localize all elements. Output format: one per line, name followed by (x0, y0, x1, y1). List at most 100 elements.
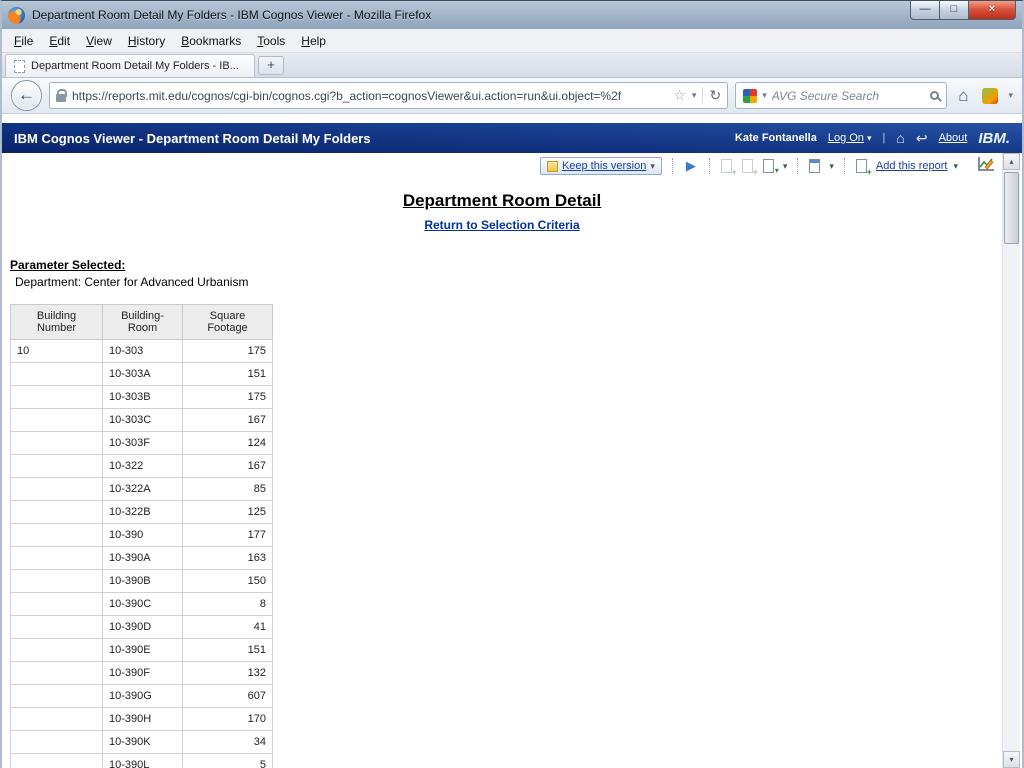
square-footage-cell: 167 (183, 455, 273, 478)
minimize-button[interactable]: — (910, 1, 940, 20)
new-tab-button[interactable]: + (258, 56, 284, 75)
return-to-selection-criteria-link[interactable]: Return to Selection Criteria (2, 218, 1002, 232)
page-top-gap (2, 114, 1022, 123)
building-number-cell (11, 363, 103, 386)
search-icon[interactable] (930, 91, 939, 100)
menu-item[interactable]: Bookmarks (173, 31, 249, 51)
building-room-cell: 10-303C (103, 409, 183, 432)
building-number-cell (11, 731, 103, 754)
back-button[interactable]: ← (11, 80, 42, 111)
close-button[interactable]: × (969, 1, 1016, 20)
firefox-window: Department Room Detail My Folders - IBM … (0, 0, 1024, 768)
square-footage-cell: 175 (183, 386, 273, 409)
scrollbar-thumb[interactable] (1004, 172, 1019, 244)
building-number-cell (11, 478, 103, 501)
building-room-cell: 10-322 (103, 455, 183, 478)
building-number-cell: 10 (11, 340, 103, 363)
building-number-cell (11, 524, 103, 547)
square-footage-cell: 8 (183, 593, 273, 616)
square-footage-cell: 163 (183, 547, 273, 570)
search-input[interactable]: AVG Secure Search (772, 89, 925, 103)
url-bar[interactable]: https://reports.mit.edu/cognos/cgi-bin/c… (49, 82, 728, 109)
toolbar-separator (844, 158, 845, 174)
menu-item[interactable]: History (120, 31, 173, 51)
keep-version-label: Keep this version (562, 160, 646, 172)
keep-this-version-button[interactable]: Keep this version ▾ (540, 157, 662, 175)
table-header-cell: Building-Room (103, 305, 183, 340)
table-row: 10-390E 151 (11, 639, 273, 662)
maximize-button[interactable]: □ (940, 1, 969, 20)
url-text[interactable]: https://reports.mit.edu/cognos/cgi-bin/c… (72, 89, 667, 103)
square-footage-cell: 167 (183, 409, 273, 432)
menu-item[interactable]: Help (293, 31, 334, 51)
menu-item[interactable]: View (78, 31, 120, 51)
menu-item[interactable]: Edit (41, 31, 78, 51)
url-dropdown-icon[interactable]: ▾ (692, 90, 697, 101)
cognos-header: IBM Cognos Viewer - Department Room Deta… (2, 123, 1022, 153)
add-report-dropdown-icon[interactable]: ▾ (953, 161, 958, 172)
vertical-scrollbar[interactable]: ▴ ▾ (1002, 153, 1020, 768)
building-number-cell (11, 501, 103, 524)
bookmark-star-icon[interactable]: ☆ (673, 87, 686, 104)
table-header-row: Building Number Building-Room Square Foo… (11, 305, 273, 340)
reload-icon[interactable]: ↻ (702, 87, 721, 104)
building-number-cell (11, 639, 103, 662)
drill-down-button[interactable]: + (720, 159, 735, 174)
window-controls: — □ × (910, 1, 1016, 20)
table-row: 10-322 167 (11, 455, 273, 478)
add-report-icon: + (855, 159, 870, 174)
building-room-cell: 10-390A (103, 547, 183, 570)
building-room-cell: 10-390B (103, 570, 183, 593)
scroll-down-icon[interactable]: ▾ (1003, 751, 1020, 768)
save-report-button[interactable]: ▾ (762, 159, 777, 174)
square-footage-cell: 5 (183, 754, 273, 768)
building-number-cell (11, 432, 103, 455)
firefox-icon (8, 7, 25, 24)
building-room-cell: 10-322A (103, 478, 183, 501)
cognos-header-right: Kate Fontanella Log On ▾ | ⌂ ↩ About IBM… (735, 130, 1010, 147)
search-bar[interactable]: ▾ AVG Secure Search (735, 82, 947, 109)
keep-version-dropdown-icon: ▾ (650, 161, 655, 172)
menubar: File Edit View History Bookmarks Tools H… (2, 29, 1022, 53)
search-engine-dropdown-icon[interactable]: ▾ (762, 90, 767, 101)
building-room-cell: 10-390F (103, 662, 183, 685)
building-number-cell (11, 547, 103, 570)
menu-item[interactable]: Tools (249, 31, 293, 51)
cognos-return-icon[interactable]: ↩ (916, 130, 928, 147)
active-tab[interactable]: Department Room Detail My Folders - IB..… (5, 54, 255, 77)
extension-button[interactable] (979, 86, 1001, 106)
view-format-button[interactable] (808, 159, 823, 174)
view-format-dropdown-icon[interactable]: ▾ (829, 161, 834, 172)
building-room-cell: 10-390L (103, 754, 183, 768)
table-row: 10-390 177 (11, 524, 273, 547)
save-dropdown-icon[interactable]: ▾ (783, 161, 788, 172)
window-title: Department Room Detail My Folders - IBM … (32, 8, 431, 22)
building-number-cell (11, 685, 103, 708)
square-footage-cell: 34 (183, 731, 273, 754)
chart-tools-icon[interactable] (978, 156, 996, 177)
building-number-cell (11, 455, 103, 478)
menu-item[interactable]: File (6, 31, 41, 51)
building-room-cell: 10-390G (103, 685, 183, 708)
run-report-button[interactable]: ▶ (683, 158, 699, 174)
log-on-link[interactable]: Log On (828, 132, 864, 144)
table-row: 10-303C 167 (11, 409, 273, 432)
cognos-home-icon[interactable]: ⌂ (896, 130, 904, 146)
square-footage-cell: 151 (183, 639, 273, 662)
building-number-cell (11, 616, 103, 639)
table-row: 10-390F 132 (11, 662, 273, 685)
tab-favicon-icon (14, 60, 25, 73)
toolbar-overflow-chevron-icon[interactable]: ▾ (1008, 90, 1013, 101)
toolbar-separator (672, 158, 673, 174)
home-button[interactable]: ⌂ (954, 84, 972, 108)
drill-up-button[interactable]: + (741, 159, 756, 174)
log-on-menu[interactable]: Log On ▾ (828, 132, 872, 144)
titlebar: Department Room Detail My Folders - IBM … (2, 1, 1022, 29)
avg-logo-icon (743, 89, 757, 103)
square-footage-cell: 132 (183, 662, 273, 685)
report-toolbar: Keep this version ▾ ▶ + + ▾ ▾ ▾ + Add th… (2, 153, 1022, 179)
scroll-up-icon[interactable]: ▴ (1003, 153, 1020, 170)
add-this-report-button[interactable]: Add this report (876, 160, 948, 172)
building-number-cell (11, 570, 103, 593)
about-link[interactable]: About (939, 132, 968, 144)
